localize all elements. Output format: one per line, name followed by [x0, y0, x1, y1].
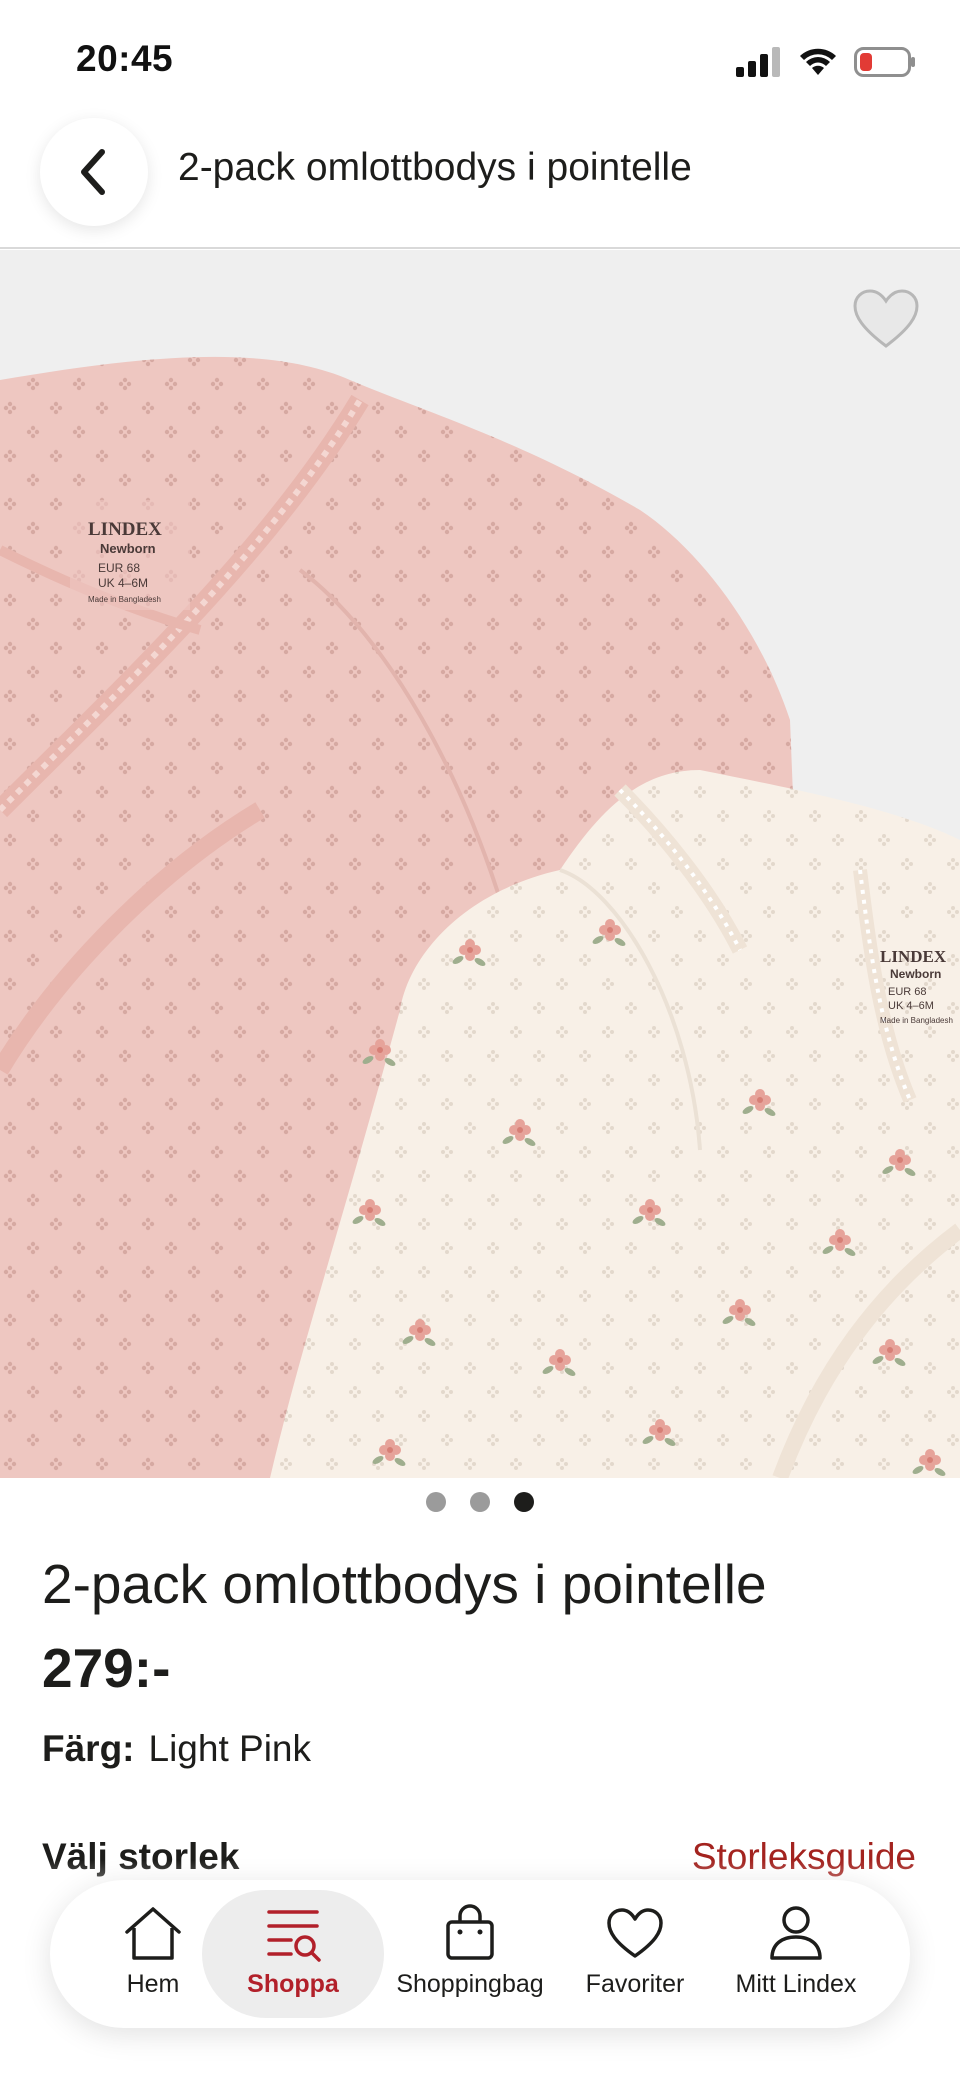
shop-search-icon — [267, 1910, 321, 1962]
nav-shoppingbag-label: Shoppingbag — [396, 1970, 544, 1998]
nav-favorites[interactable]: Favoriter — [560, 1890, 710, 2018]
color-label: Färg: — [42, 1728, 135, 1769]
label-left-line: Newborn — [100, 541, 156, 556]
status-bar: 20:45 — [0, 0, 960, 110]
product-image-gallery[interactable]: LINDEX Newborn EUR 68 UK 4–6M Made in Ba… — [0, 250, 960, 1478]
product-title: 2-pack omlottbodys i pointelle — [42, 1553, 767, 1615]
bottom-nav: Hem Shoppa Shoppingbag Favoriter Mitt Li… — [50, 1880, 910, 2028]
label-right-uk: UK 4–6M — [888, 1000, 934, 1012]
label-left-brand: LINDEX — [88, 519, 162, 540]
label-right-brand: LINDEX — [880, 947, 947, 966]
carousel-dot-2[interactable] — [470, 1492, 490, 1512]
product-image: LINDEX Newborn EUR 68 UK 4–6M Made in Ba… — [0, 250, 960, 1478]
status-time: 20:45 — [76, 38, 174, 79]
nav-my-lindex-label: Mitt Lindex — [735, 1970, 857, 1998]
chevron-left-icon — [81, 149, 105, 195]
nav-home[interactable]: Hem — [90, 1890, 216, 2018]
favorite-heart-button[interactable] — [852, 288, 920, 350]
label-right-eur: EUR 68 — [888, 986, 927, 998]
label-left-uk: UK 4–6M — [98, 576, 148, 590]
color-row: Färg: Light Pink — [42, 1728, 311, 1770]
battery-icon — [854, 47, 915, 77]
label-left-eur: EUR 68 — [98, 561, 140, 575]
back-button[interactable] — [40, 118, 148, 226]
shopping-bag-icon — [446, 1904, 494, 1960]
home-icon — [125, 1907, 181, 1960]
nav-home-label: Hem — [126, 1970, 180, 1998]
nav-shop[interactable]: Shoppa — [202, 1890, 384, 2018]
status-icons — [736, 44, 916, 80]
page-header: 2-pack omlottbodys i pointelle — [0, 110, 960, 249]
nav-shop-label: Shoppa — [247, 1970, 339, 1998]
wifi-icon — [800, 48, 836, 75]
label-right-made: Made in Bangladesh — [880, 1016, 953, 1025]
nav-shoppingbag[interactable]: Shoppingbag — [382, 1890, 558, 2018]
carousel-dots — [0, 1492, 960, 1512]
header-title: 2-pack omlottbodys i pointelle — [178, 146, 692, 189]
heart-icon — [607, 1908, 663, 1958]
signal-icon — [736, 47, 780, 77]
label-right-line: Newborn — [890, 967, 941, 981]
label-left-made: Made in Bangladesh — [88, 595, 161, 604]
nav-favorites-label: Favoriter — [585, 1970, 685, 1998]
product-price: 279:- — [42, 1637, 171, 1699]
user-icon — [770, 1906, 822, 1960]
nav-my-lindex[interactable]: Mitt Lindex — [714, 1890, 878, 2018]
carousel-dot-1[interactable] — [426, 1492, 446, 1512]
carousel-dot-3[interactable] — [514, 1492, 534, 1512]
color-value: Light Pink — [148, 1728, 312, 1769]
